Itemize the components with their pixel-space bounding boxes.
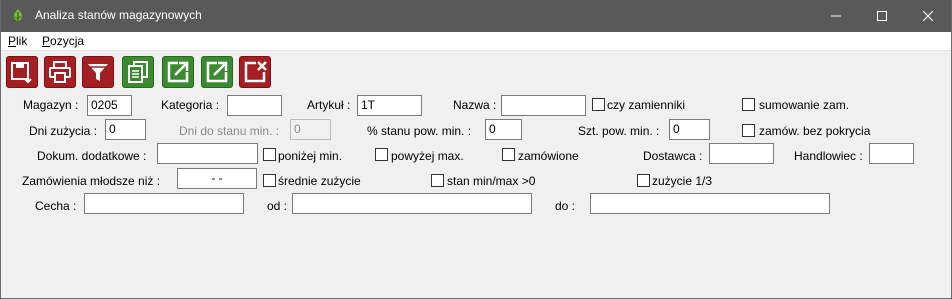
artykul-label: Artykuł :	[307, 98, 351, 112]
save-export-icon	[11, 62, 32, 84]
dni-do-stanu-label: Dni do stanu min. :	[179, 124, 280, 138]
save-export-button[interactable]	[6, 56, 38, 88]
szt-pow-label: Szt. pow. min. :	[578, 124, 660, 138]
cecha-label: Cecha :	[35, 199, 77, 213]
czy-zamienniki-label: czy zamienniki	[607, 98, 686, 112]
maximize-button[interactable]	[859, 0, 905, 32]
srednie-zuzycie-label: średnie zużycie	[278, 174, 361, 188]
copy-button[interactable]	[122, 56, 154, 88]
nazwa-input[interactable]	[501, 95, 586, 116]
do-label: do :	[555, 199, 576, 213]
od-input[interactable]	[292, 193, 532, 214]
ponizej-min-label: poniżej min.	[278, 149, 343, 163]
open-external-icon	[167, 61, 189, 83]
menu-bar: Plik Pozycja	[1, 32, 951, 51]
zamowione-checkbox[interactable]	[502, 148, 515, 161]
filter-icon	[88, 64, 108, 81]
powyzej-max-checkbox[interactable]	[375, 148, 388, 161]
proc-stanu-label: % stanu pow. min. :	[367, 124, 472, 138]
artykul-input[interactable]: 1T	[357, 95, 422, 116]
app-icon	[14, 9, 22, 23]
menu-plik-accel: P	[8, 34, 17, 48]
powyzej-max-label: powyżej max.	[391, 149, 464, 163]
zamowienia-date-input[interactable]: - -	[177, 168, 257, 189]
zamow-bez-pokrycia-checkbox[interactable]	[742, 124, 755, 137]
dni-do-stanu-input: 0	[290, 119, 331, 140]
print-button[interactable]	[44, 56, 76, 88]
minimize-icon	[831, 15, 841, 17]
ponizej-min-checkbox[interactable]	[263, 148, 276, 161]
proc-stanu-input[interactable]: 0	[485, 119, 522, 140]
window-title: Analiza stanów magazynowych	[35, 8, 202, 22]
stan-minmax-label: stan min/max >0	[447, 174, 536, 188]
zuzycie-1-3-label: zużycie 1/3	[652, 174, 713, 188]
close-document-button[interactable]	[239, 56, 271, 88]
menu-pozycja-accel: P	[42, 34, 51, 48]
cecha-input[interactable]	[84, 193, 244, 214]
filter-button[interactable]	[82, 56, 114, 88]
copy-icon	[128, 61, 148, 83]
handlowiec-input[interactable]	[869, 143, 914, 164]
dokum-input[interactable]	[157, 143, 258, 164]
open-external-icon	[206, 61, 228, 83]
close-document-icon	[244, 61, 267, 83]
menu-plik-label: lik	[16, 34, 28, 48]
close-icon	[923, 11, 933, 21]
close-button[interactable]	[905, 0, 951, 32]
dostawca-input[interactable]	[709, 143, 774, 164]
do-input[interactable]	[590, 193, 830, 214]
dni-zuzycia-label: Dni zużycia :	[29, 124, 98, 138]
maximize-icon	[877, 11, 887, 21]
nazwa-label: Nazwa :	[453, 98, 497, 112]
zuzycie-1-3-checkbox[interactable]	[637, 174, 650, 187]
srednie-zuzycie-checkbox[interactable]	[263, 174, 276, 187]
czy-zamienniki-checkbox[interactable]	[592, 98, 605, 111]
menu-pozycja-label: ozycja	[50, 34, 85, 48]
kategoria-input[interactable]	[227, 95, 282, 116]
menu-plik[interactable]: Plik	[8, 34, 27, 48]
zamow-bez-pokrycia-label: zamów. bez pokrycia	[759, 124, 871, 138]
print-icon	[49, 61, 71, 83]
zamowione-label: zamówione	[518, 149, 579, 163]
sumowanie-zam-checkbox[interactable]	[742, 98, 755, 111]
open-external-button-1[interactable]	[162, 56, 194, 88]
title-bar: Analiza stanów magazynowych	[1, 0, 951, 32]
dokum-label: Dokum. dodatkowe :	[37, 149, 147, 163]
menu-pozycja[interactable]: Pozycja	[42, 34, 84, 48]
minimize-button[interactable]	[813, 0, 859, 32]
dni-zuzycia-input[interactable]: 0	[105, 119, 146, 140]
app-window: Analiza stanów magazynowych Plik Pozycja	[0, 0, 952, 299]
stan-minmax-checkbox[interactable]	[431, 174, 444, 187]
od-label: od :	[267, 199, 288, 213]
open-external-button-2[interactable]	[201, 56, 233, 88]
dostawca-label: Dostawca :	[643, 149, 703, 163]
handlowiec-label: Handlowiec :	[794, 149, 863, 163]
magazyn-label: Magazyn :	[23, 98, 79, 112]
szt-pow-input[interactable]: 0	[669, 119, 710, 140]
kategoria-label: Kategoria :	[161, 98, 220, 112]
sumowanie-zam-label: sumowanie zam.	[759, 98, 850, 112]
zamowienia-label: Zamówienia młodsze niż :	[22, 174, 161, 188]
magazyn-input[interactable]: 0205	[87, 95, 132, 116]
